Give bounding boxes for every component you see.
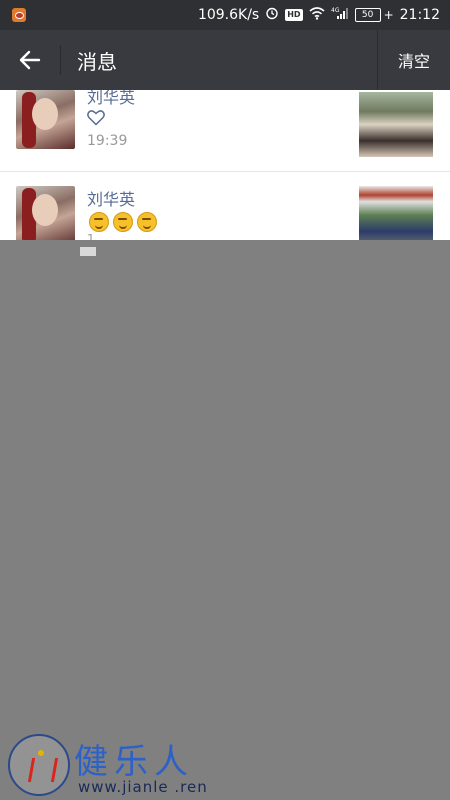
avatar-face <box>32 194 58 226</box>
wifi-icon <box>309 6 325 24</box>
emoji-row <box>89 212 157 232</box>
weibo-icon <box>12 8 26 22</box>
header-divider <box>60 45 61 75</box>
status-bar: 109.6K/s HD 4G 50 + 21:12 <box>0 0 450 30</box>
gray-overlay <box>0 240 450 800</box>
watermark-url: www.jianle .ren <box>78 778 208 796</box>
avatar-face <box>32 98 58 130</box>
message-time: 19:39 <box>87 133 128 149</box>
sender-name[interactable]: 刘华英 <box>87 186 135 210</box>
clock: 21:12 <box>399 7 440 23</box>
watermark-text: 健乐人 <box>74 742 194 782</box>
avatar[interactable] <box>16 186 75 245</box>
network-speed: 109.6K/s <box>197 7 260 23</box>
signal-icon: 4G <box>331 6 349 24</box>
alarm-icon <box>265 6 279 24</box>
battery-icon: 50 <box>354 8 381 22</box>
message-list: 刘华英 19:39 刘华英 1 <box>0 90 450 256</box>
hd-icon: HD <box>285 9 303 21</box>
avatar[interactable] <box>16 90 75 149</box>
back-button[interactable] <box>0 30 60 90</box>
post-thumbnail[interactable] <box>359 92 433 157</box>
watermark-logo <box>8 734 70 796</box>
heart-outline-icon <box>87 110 105 126</box>
page-title: 消息 <box>77 49 117 74</box>
overlay-notch <box>80 247 96 256</box>
grimace-emoji-icon <box>137 212 157 232</box>
clear-button[interactable]: 清空 <box>376 30 450 90</box>
title-bar: 消息 清空 <box>0 30 450 90</box>
sender-name[interactable]: 刘华英 <box>87 90 135 108</box>
grimace-emoji-icon <box>113 212 133 232</box>
grimace-emoji-icon <box>89 212 109 232</box>
logo-figure-body <box>27 758 59 782</box>
charging-icon: + <box>383 8 394 22</box>
watermark: 健乐人 www.jianle .ren <box>8 734 228 798</box>
status-left <box>12 8 26 22</box>
network-type-label: 4G <box>331 7 340 14</box>
logo-figure-head <box>38 750 44 756</box>
status-right: 109.6K/s HD 4G 50 + 21:12 <box>198 6 440 24</box>
message-item[interactable]: 刘华英 19:39 <box>0 90 450 172</box>
arrow-left-icon <box>19 50 41 70</box>
